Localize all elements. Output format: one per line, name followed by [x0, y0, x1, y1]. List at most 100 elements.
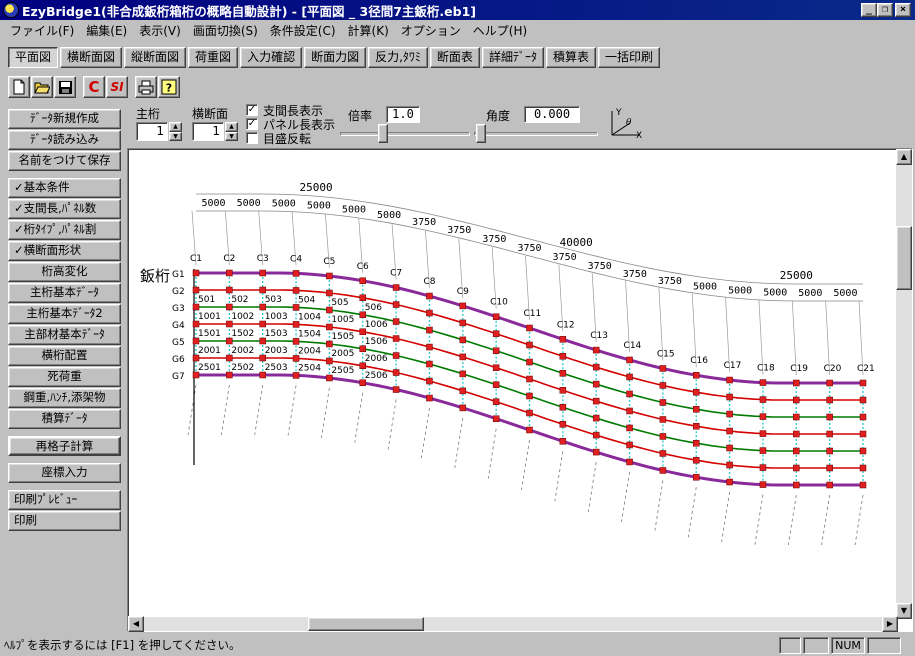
sidebar-cross-section-shape[interactable]: ✓横断面形状 [8, 241, 121, 261]
node-number-label: 506 [365, 303, 382, 313]
menu-options[interactable]: オプション [395, 22, 467, 39]
menu-file[interactable]: ファイル(F) [4, 22, 80, 39]
horizontal-scrollbar[interactable]: ◀ ▶ [128, 616, 898, 632]
scroll-up-icon[interactable]: ▲ [896, 149, 912, 165]
node-marker [859, 447, 867, 455]
sidebar-span-panel-count[interactable]: ✓支間長,ﾊﾟﾈﾙ数 [8, 199, 121, 219]
print-button[interactable] [135, 76, 157, 98]
c-button[interactable]: C [83, 76, 105, 98]
tab-cross-section-view[interactable]: 横断面図 [60, 47, 123, 68]
cross-section-spin-value[interactable]: 1 [192, 122, 224, 141]
plan-view-drawing[interactable]: 2500040000250005000 5000 5000 5000 500050003… [128, 149, 898, 619]
si-button[interactable]: SI [106, 76, 128, 98]
spin-up-icon[interactable]: ▲ [169, 122, 182, 132]
vertical-scroll-thumb[interactable] [896, 226, 912, 290]
cross-section-spinner[interactable]: ▲ ▼ [225, 122, 238, 141]
node-marker [392, 369, 400, 376]
close-button[interactable]: × [895, 3, 911, 17]
sidebar-main-girder-data[interactable]: 主桁基本ﾃﾞｰﾀ [8, 283, 121, 303]
sidebar-main-member-data[interactable]: 主部材基本ﾃﾞｰﾀ [8, 325, 121, 345]
menu-view[interactable]: 表示(V) [133, 22, 187, 39]
panel-length-checkbox[interactable]: ✓ [246, 118, 258, 130]
sidebar-cross-beam-layout[interactable]: 横桁配置 [8, 346, 121, 366]
sidebar-regrid-button[interactable]: 再格子計算 [8, 436, 121, 456]
app-icon[interactable] [3, 2, 19, 18]
new-file-button[interactable] [8, 76, 30, 98]
node-marker [592, 363, 600, 371]
sidebar-steel-weight[interactable]: 鋼重,ﾊﾝﾁ,添架物 [8, 388, 121, 408]
tab-plan-view[interactable]: 平面図 [8, 47, 59, 68]
span-length-checkbox[interactable]: ✓ [246, 104, 258, 116]
cross-beam-extension-line [587, 462, 597, 513]
tab-estimate-table[interactable]: 積算表 [545, 47, 596, 68]
sidebar-girder-height-change[interactable]: 桁高変化 [8, 262, 121, 282]
menu-screen-switch[interactable]: 画面切換(S) [187, 22, 264, 39]
node-marker [626, 356, 633, 364]
sidebar-dead-load[interactable]: 死荷重 [8, 367, 121, 387]
tab-section-force[interactable]: 断面力図 [304, 47, 367, 68]
vertical-scrollbar[interactable]: ▲ ▼ [896, 149, 912, 619]
spin-down-icon[interactable]: ▼ [225, 131, 238, 141]
panel-length-label: 3750 [553, 252, 577, 263]
angle-slider-thumb[interactable] [476, 124, 486, 143]
main-girder-label: 主桁 [136, 107, 161, 121]
sidebar-print-preview[interactable]: 印刷ﾌﾟﾚﾋﾞｭｰ [8, 490, 121, 510]
node-marker [559, 370, 567, 377]
tab-detail-data[interactable]: 詳細ﾃﾞｰﾀ [481, 47, 544, 68]
horizontal-scroll-thumb[interactable] [308, 617, 424, 631]
help-button[interactable]: ? [158, 76, 180, 98]
tab-load-diagram[interactable]: 荷重図 [188, 47, 239, 68]
node-marker [426, 377, 433, 385]
scroll-down-icon[interactable]: ▼ [896, 603, 912, 619]
angle-value-field[interactable]: 0.000 [524, 106, 580, 123]
sidebar-new-data[interactable]: ﾃﾞｰﾀ新規作成 [8, 109, 121, 129]
node-number-label: 2503 [265, 363, 288, 373]
title-bar[interactable]: EzyBridge1(非合成鈑桁箱桁の概略自動設計) - [平面図 _ 3径間7… [0, 0, 915, 20]
restore-button[interactable]: ❐ [877, 3, 893, 17]
save-button[interactable] [54, 76, 76, 98]
panel-length-label: 5000 [237, 198, 261, 209]
menu-conditions[interactable]: 条件設定(C) [264, 22, 342, 39]
sidebar-basic-conditions[interactable]: ✓基本条件 [8, 178, 121, 198]
scale-slider-track[interactable] [340, 132, 470, 136]
printer-icon [138, 80, 154, 94]
node-marker [659, 416, 667, 423]
sidebar-load-data[interactable]: ﾃﾞｰﾀ読み込み [8, 130, 121, 150]
scale-slider-thumb[interactable] [378, 124, 388, 143]
tab-batch-print[interactable]: 一括印刷 [597, 47, 660, 68]
tab-reaction-deflection[interactable]: 反力,ﾀﾜﾐ [368, 47, 428, 68]
cross-beam-label: C21 [857, 364, 875, 374]
node-marker [392, 335, 400, 342]
tab-section-table[interactable]: 断面表 [429, 47, 480, 68]
panel-length-label: 5000 [833, 288, 857, 299]
main-girder-spinner[interactable]: ▲ ▼ [169, 122, 182, 141]
menu-calculate[interactable]: 計算(K) [342, 22, 395, 39]
panel-length-label: 5000 [728, 286, 752, 297]
minimize-button[interactable]: _ [861, 3, 877, 17]
sidebar-main-girder-data-2[interactable]: 主桁基本ﾃﾞｰﾀ2 [8, 304, 121, 324]
drawing-canvas[interactable]: 25000 40000 25000 5000 5000 5000 5000 5000 5000 3… [127, 148, 913, 632]
sidebar-save-as[interactable]: 名前をつけて保存 [8, 151, 121, 171]
node-marker [793, 379, 800, 387]
menu-edit[interactable]: 編集(E) [80, 22, 133, 39]
scale-value-field[interactable]: 1.0 [386, 106, 420, 123]
sidebar-estimate-data[interactable]: 積算ﾃﾞｰﾀ [8, 409, 121, 429]
girder-label: G6 [172, 355, 185, 365]
sidebar: ﾃﾞｰﾀ新規作成 ﾃﾞｰﾀ読み込み 名前をつけて保存 ✓基本条件 ✓支間長,ﾊﾟ… [8, 109, 121, 532]
sidebar-girder-type-panel[interactable]: ✓桁ﾀｲﾌﾟ,ﾊﾟﾈﾙ割 [8, 220, 121, 240]
spin-down-icon[interactable]: ▼ [169, 131, 182, 141]
scroll-right-icon[interactable]: ▶ [882, 616, 898, 632]
main-girder-spin-value[interactable]: 1 [136, 122, 168, 141]
scale-flip-checkbox[interactable] [246, 132, 258, 144]
sidebar-coordinate-input[interactable]: 座標入力 [8, 463, 121, 483]
tab-longitudinal-view[interactable]: 縦断面図 [124, 47, 187, 68]
tab-input-check[interactable]: 入力確認 [240, 47, 303, 68]
node-marker [759, 396, 767, 403]
open-file-button[interactable] [31, 76, 53, 98]
cross-beam-label: C15 [657, 349, 675, 359]
spin-up-icon[interactable]: ▲ [225, 122, 238, 132]
menu-help[interactable]: ヘルプ(H) [467, 22, 533, 39]
sidebar-print[interactable]: 印刷 [8, 511, 121, 531]
scroll-left-icon[interactable]: ◀ [128, 616, 144, 632]
angle-slider-track[interactable] [474, 132, 598, 136]
